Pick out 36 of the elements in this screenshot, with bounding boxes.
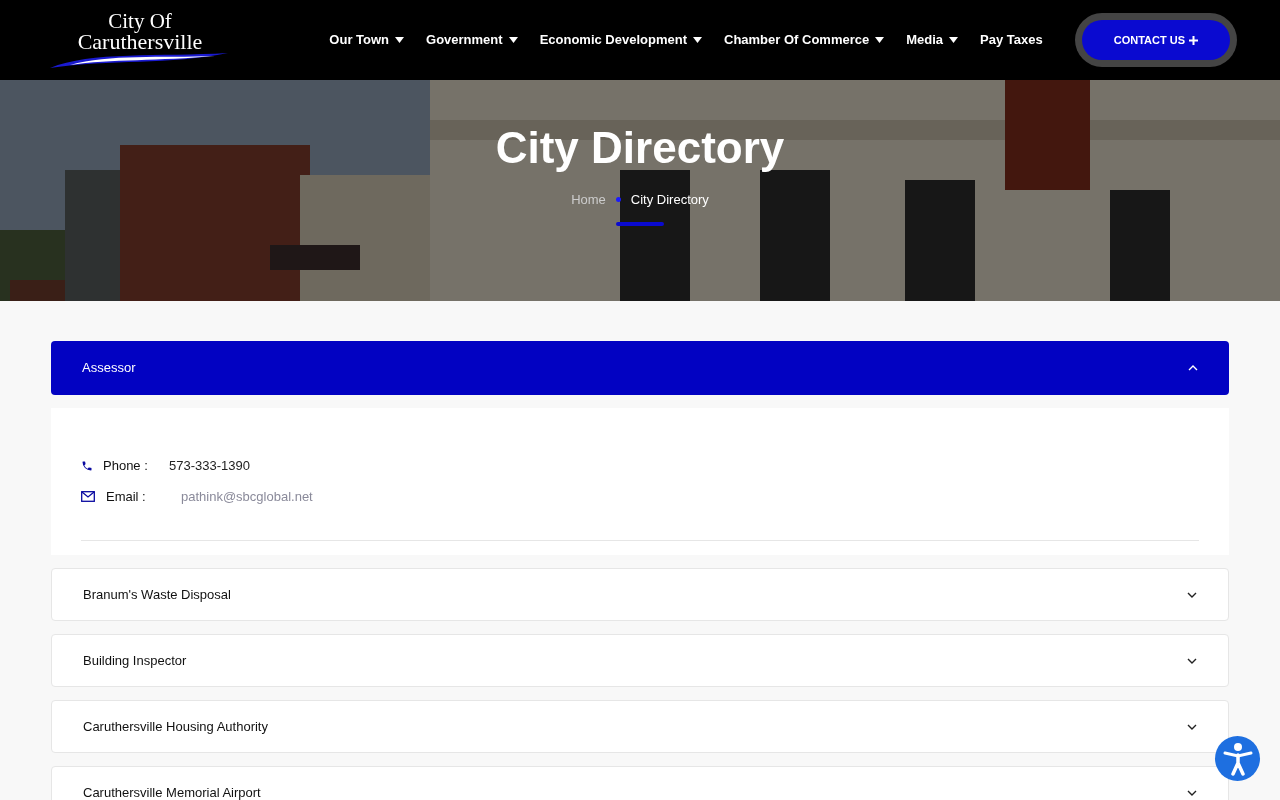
nav-link[interactable]: Pay Taxes bbox=[980, 30, 1043, 50]
detail-label: Phone : bbox=[103, 456, 149, 475]
envelope-icon bbox=[81, 491, 95, 502]
chevron-down-icon bbox=[1187, 723, 1197, 730]
accordion-title: Branum's Waste Disposal bbox=[83, 585, 231, 604]
contact-button[interactable]: CONTACT US bbox=[1081, 20, 1230, 60]
nav-link[interactable]: Government bbox=[426, 30, 518, 50]
accordion-header[interactable]: Branum's Waste Disposal bbox=[51, 568, 1229, 621]
nav-link[interactable]: Chamber Of Commerce bbox=[724, 30, 885, 50]
phone-number: 573-333-1390 bbox=[169, 456, 250, 475]
nav-link[interactable]: Economic Development bbox=[539, 30, 702, 50]
accessibility-button[interactable] bbox=[1215, 736, 1260, 781]
accordion-header[interactable]: Caruthersville Housing Authority bbox=[51, 700, 1229, 753]
accordion-header[interactable]: Caruthersville Memorial Airport bbox=[51, 766, 1229, 800]
nav-link[interactable]: Our Town bbox=[329, 30, 405, 50]
detail-label: Email : bbox=[106, 487, 147, 506]
plus-icon bbox=[1189, 35, 1198, 45]
chevron-down-icon bbox=[1187, 657, 1197, 664]
phone-icon bbox=[81, 459, 93, 472]
chevron-up-icon bbox=[1188, 365, 1198, 371]
accordion-title: Caruthersville Housing Authority bbox=[83, 717, 268, 736]
logo-text[interactable]: Caruthersville bbox=[77, 31, 203, 53]
accordion-title: Assessor bbox=[82, 359, 136, 378]
chevron-down-icon bbox=[1187, 591, 1197, 598]
email-link[interactable]: pathink@sbcglobal.net bbox=[181, 486, 313, 507]
accordion-title: Caruthersville Memorial Airport bbox=[83, 783, 261, 800]
accordion-title: Building Inspector bbox=[83, 651, 187, 670]
page-title: City Directory bbox=[495, 122, 785, 174]
logo-text[interactable]: City Of bbox=[108, 11, 172, 31]
breadcrumb-current: City Directory bbox=[630, 191, 709, 209]
accessibility-icon bbox=[1222, 741, 1253, 776]
nav-link[interactable]: Media bbox=[906, 30, 959, 50]
accordion-header[interactable]: Assessor bbox=[51, 341, 1229, 395]
title-underline bbox=[616, 221, 664, 226]
accordion-header[interactable]: Building Inspector bbox=[51, 634, 1229, 687]
chevron-down-icon bbox=[1187, 789, 1197, 796]
